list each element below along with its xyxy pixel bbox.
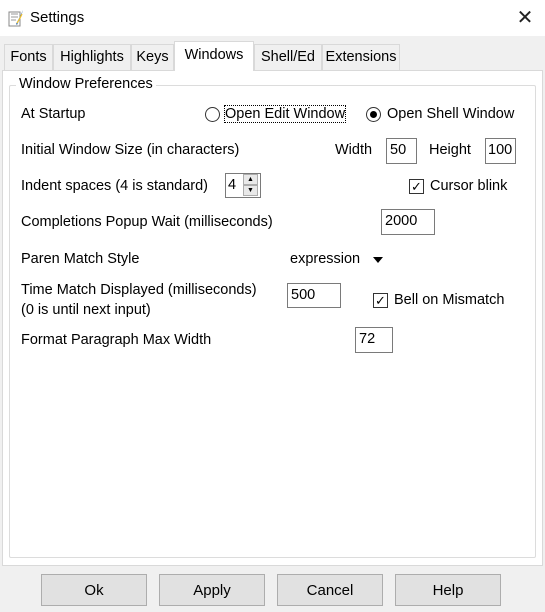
tab-highlights[interactable]: Highlights	[53, 44, 131, 70]
spin-up-icon[interactable]: ▲	[243, 174, 258, 185]
indent-label: Indent spaces (4 is standard)	[21, 178, 208, 194]
cancel-button[interactable]: Cancel	[277, 574, 383, 606]
tab-extensions[interactable]: Extensions	[322, 44, 400, 70]
time-match-input[interactable]: 500	[287, 283, 341, 308]
completions-input[interactable]: 2000	[381, 209, 435, 235]
window-title: Settings	[30, 9, 85, 26]
python-feather-icon	[8, 9, 24, 27]
paren-style-dropdown[interactable]: expression	[290, 251, 360, 267]
tab-windows[interactable]: Windows	[174, 41, 254, 71]
ok-button[interactable]: Ok	[41, 574, 147, 606]
radio-open-shell-window[interactable]	[366, 107, 381, 122]
radio-open-edit-window-label[interactable]: Open Edit Window	[223, 105, 347, 123]
height-input[interactable]: 100	[485, 138, 516, 164]
spin-down-icon[interactable]: ▼	[243, 185, 258, 196]
cursor-blink-checkbox[interactable]: ✓	[409, 179, 424, 194]
width-label: Width	[335, 142, 373, 158]
group-title: Window Preferences	[16, 76, 156, 92]
help-button[interactable]: Help	[395, 574, 501, 606]
tab-keys[interactable]: Keys	[131, 44, 174, 70]
close-icon[interactable]: ✕	[512, 5, 538, 31]
cursor-blink-label[interactable]: Cursor blink	[430, 178, 507, 194]
dropdown-arrow-icon[interactable]	[373, 257, 383, 263]
format-paragraph-input[interactable]: 72	[355, 327, 393, 353]
tab-fonts[interactable]: Fonts	[4, 44, 53, 70]
apply-button[interactable]: Apply	[159, 574, 265, 606]
radio-open-edit-window[interactable]	[205, 107, 220, 122]
indent-spinbox[interactable]: 4 ▲ ▼	[225, 173, 261, 198]
startup-label: At Startup	[21, 106, 86, 122]
indent-value[interactable]: 4	[228, 177, 236, 193]
time-match-label-line1: Time Match Displayed (milliseconds)	[21, 282, 257, 298]
window-size-label: Initial Window Size (in characters)	[21, 142, 240, 158]
height-label: Height	[429, 142, 471, 158]
paren-style-label: Paren Match Style	[21, 251, 140, 267]
completions-label: Completions Popup Wait (milliseconds)	[21, 214, 273, 230]
bell-mismatch-checkbox[interactable]: ✓	[373, 293, 388, 308]
time-match-label-line2: (0 is until next input)	[21, 302, 151, 318]
radio-open-shell-window-label[interactable]: Open Shell Window	[387, 106, 514, 122]
width-input[interactable]: 50	[386, 138, 417, 164]
format-paragraph-label: Format Paragraph Max Width	[21, 332, 212, 348]
bell-mismatch-label[interactable]: Bell on Mismatch	[394, 292, 504, 308]
tab-shell-ed[interactable]: Shell/Ed	[254, 44, 322, 70]
